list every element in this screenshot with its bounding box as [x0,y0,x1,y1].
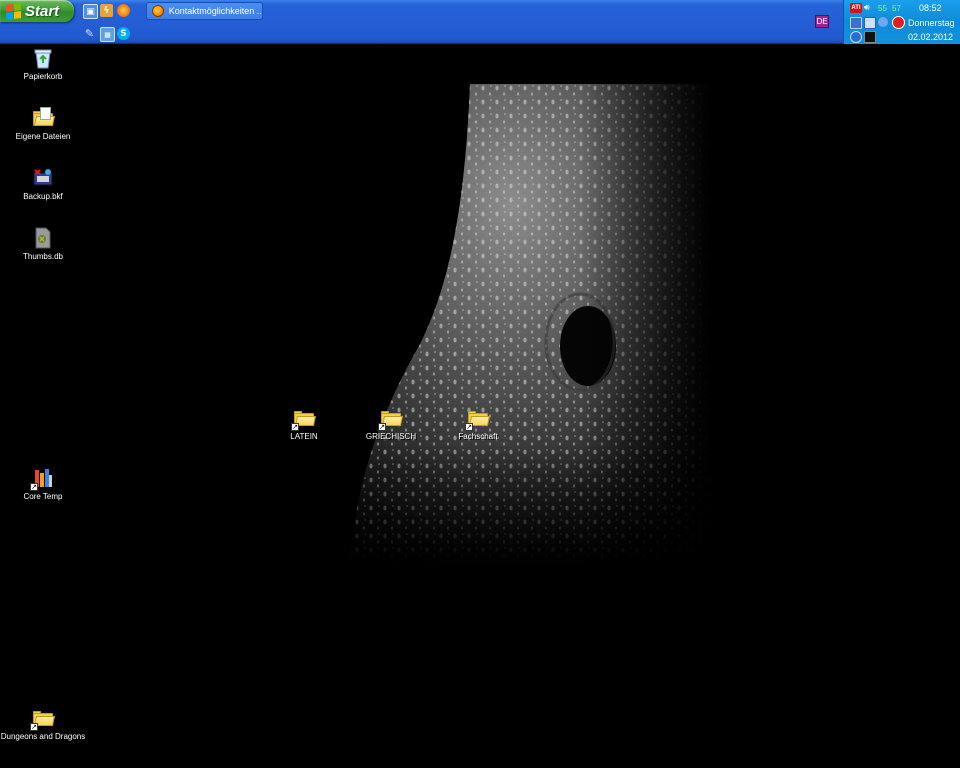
windows-logo-icon [6,3,21,20]
winamp-icon[interactable]: ϟ [100,4,113,17]
icon-label: Backup.bkf [23,192,63,201]
shortcut-arrow-icon: ↗ [465,423,473,431]
firefox-icon[interactable] [117,4,130,17]
core-temp-icon: ↗ [30,467,54,491]
language-indicator[interactable]: DE [815,15,829,28]
firefox-icon [152,5,164,17]
antivirus-icon[interactable] [892,16,905,29]
recycle-bin-icon [32,47,54,69]
desktop-icon-thumbs-db[interactable]: Thumbs.db [0,227,88,261]
clock-date[interactable]: 02.02.2012 [908,32,953,42]
show-desktop-icon[interactable]: ▣ [83,4,98,19]
start-button[interactable]: Start [0,0,74,22]
task-button-label: Kontaktmöglichkeiten ... [168,6,262,16]
folder-icon: ↗ [465,407,491,431]
folder-icon: ↗ [30,707,56,731]
desktop-icon-fachschaft[interactable]: ↗ Fachschaft [433,407,523,441]
skype-icon[interactable]: S [117,27,130,40]
desktop-wallpaper [340,84,710,564]
icon-label: GRIECHISCH [365,432,417,441]
taskbar-button-firefox-window[interactable]: Kontaktmöglichkeiten ... [146,2,263,20]
desktop-icon-griechisch[interactable]: ↗ GRIECHISCH [346,407,436,441]
desktop-icon-backup[interactable]: Backup.bkf [0,167,88,201]
icon-label: Fachschaft [458,432,498,441]
icon-label: Papierkorb [23,72,63,81]
icon-label: Eigene Dateien [15,132,71,141]
folder-icon: ↗ [291,407,317,431]
desktop-icon-core-temp[interactable]: ↗ Core Temp [0,467,88,501]
network-icon[interactable] [850,17,862,29]
desktop-icon-recycle-bin[interactable]: Papierkorb [0,47,88,81]
icon-label: Thumbs.db [22,252,64,261]
pen-tool-icon[interactable]: ✎ [83,27,96,40]
folder-icon: ↗ [378,407,404,431]
desktop-icon-my-documents[interactable]: Eigene Dateien [0,107,88,141]
ati-icon[interactable]: ATI [850,3,862,13]
volume-icon[interactable]: 🔊︎ [864,3,874,13]
clock-weekday[interactable]: Donnerstag [908,18,955,28]
taskbar: Start ▣ ϟ ✎ ▦ S Kontaktmöglichkeiten ...… [0,0,960,44]
shortcut-arrow-icon: ↗ [30,723,38,731]
update-icon[interactable] [850,31,862,43]
app-icon[interactable] [864,31,876,43]
icon-label: Core Temp [23,492,63,501]
network-icon[interactable]: ▦ [100,27,115,42]
backup-file-icon [32,167,54,189]
desktop-icon-latein[interactable]: ↗ LATEIN [259,407,349,441]
shortcut-arrow-icon: ↗ [30,483,38,491]
shortcut-arrow-icon: ↗ [291,423,299,431]
bluetooth-icon[interactable] [878,17,888,27]
database-file-icon [32,227,54,249]
desktop-icon-dungeons-and-dragons[interactable]: ↗ Dungeons and Dragons [0,707,88,741]
icon-label: Dungeons and Dragons [0,732,86,741]
monitor-icon[interactable] [864,17,876,29]
cpu-temp-2[interactable]: 57 [892,4,901,13]
system-tray: ATI 🔊︎ 55 57 08:52 Donnerstag 02.02.2012 [843,0,960,44]
my-documents-folder-icon [32,107,56,129]
cpu-temp-1[interactable]: 55 [878,4,887,13]
start-label: Start [25,2,60,20]
clock-time[interactable]: 08:52 [919,3,942,13]
shortcut-arrow-icon: ↗ [378,423,386,431]
icon-label: LATEIN [290,432,318,441]
